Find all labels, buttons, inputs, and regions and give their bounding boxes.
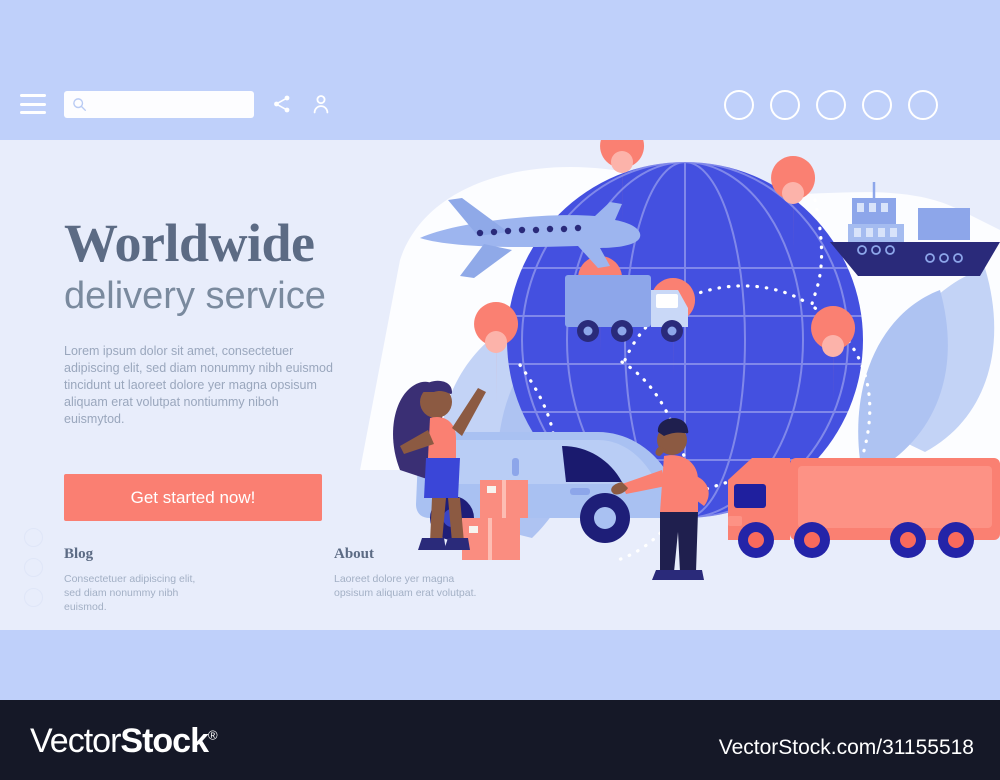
social-circle-1[interactable] (24, 528, 43, 547)
nav-circle-3[interactable] (816, 90, 846, 120)
hero-illustration (360, 140, 1000, 630)
watermark-footer: VectorStock® VectorStock.com/31155518 (0, 700, 1000, 780)
search-icon (73, 98, 87, 112)
search-box[interactable] (64, 91, 254, 118)
hamburger-menu-icon[interactable] (20, 94, 46, 114)
page-title: Worldwide (64, 213, 315, 273)
get-started-button[interactable]: Get started now! (64, 474, 322, 521)
nav-circle-1[interactable] (724, 90, 754, 120)
social-circle-3[interactable] (24, 588, 43, 607)
vectorstock-logo: VectorStock® (30, 722, 218, 761)
nav-circle-2[interactable] (770, 90, 800, 120)
user-account-icon[interactable] (312, 94, 330, 114)
hero-text-column: Worldwide delivery service Lorem ipsum d… (64, 215, 364, 521)
logo-text-bold: Stock (120, 722, 209, 760)
nav-circle-5[interactable] (908, 90, 938, 120)
logo-text-thin: Vector (30, 722, 121, 760)
nav-circle-4[interactable] (862, 90, 892, 120)
header-nav-circles (724, 90, 938, 120)
social-circle-group (24, 528, 43, 607)
header-bar (0, 0, 1000, 140)
social-circle-2[interactable] (24, 558, 43, 577)
footer-heading-blog[interactable]: Blog (64, 546, 214, 563)
footer-band (0, 630, 1000, 700)
search-input[interactable] (92, 97, 242, 112)
footer-column-blog: Blog Consectetuer adipiscing elit, sed d… (64, 546, 214, 614)
landing-page: Worldwide delivery service Lorem ipsum d… (0, 0, 1000, 700)
coral-semi-truck (728, 458, 1000, 558)
footer-text-blog: Consectetuer adipiscing elit, sed diam n… (64, 573, 196, 613)
screenshot-root: Worldwide delivery service Lorem ipsum d… (0, 0, 1000, 780)
registered-mark-icon: ® (207, 727, 218, 743)
watermark-url: VectorStock.com/31155518 (718, 736, 974, 759)
page-subtitle: delivery service (64, 275, 326, 317)
share-icon[interactable] (272, 94, 292, 114)
hero-paragraph: Lorem ipsum dolor sit amet, consectetuer… (64, 344, 333, 426)
